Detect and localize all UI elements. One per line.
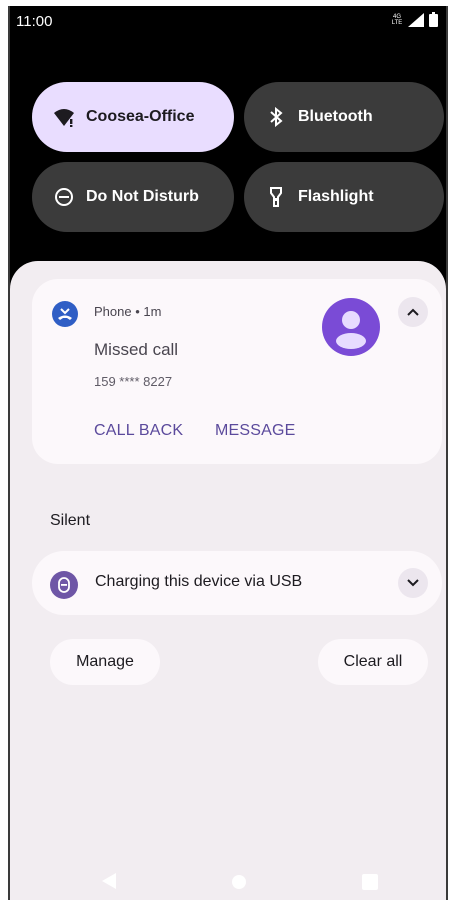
manage-button[interactable]: Manage xyxy=(50,639,160,685)
missed-call-icon xyxy=(52,301,78,327)
status-bar: 11:00 4G LTE xyxy=(10,6,446,38)
network-type-icon: 4G LTE xyxy=(391,13,403,26)
expand-button[interactable] xyxy=(398,568,428,598)
notification-text: 159 **** 8227 xyxy=(94,374,173,389)
clock: 11:00 xyxy=(16,13,53,30)
status-icons: 4G LTE xyxy=(391,12,438,27)
tile-wifi[interactable]: Coosea-Office xyxy=(32,82,234,152)
notification-title: Missed call xyxy=(94,340,179,359)
chevron-down-icon xyxy=(407,579,419,587)
wifi-icon xyxy=(52,105,76,129)
bluetooth-icon xyxy=(264,105,288,129)
message-button[interactable]: MESSAGE xyxy=(215,422,296,440)
missed-call-notification[interactable]: Phone • 1m Missed call 159 **** 8227 CAL… xyxy=(32,279,442,464)
do-not-disturb-icon xyxy=(52,185,76,209)
recents-icon[interactable] xyxy=(362,874,378,890)
charging-notification[interactable]: Charging this device via USB xyxy=(32,551,442,615)
charging-text: Charging this device via USB xyxy=(95,573,303,590)
tile-flashlight[interactable]: Flashlight xyxy=(244,162,444,232)
clear-all-button[interactable]: Clear all xyxy=(318,639,428,685)
person-icon xyxy=(322,298,380,356)
back-icon[interactable] xyxy=(102,873,116,889)
navigation-bar xyxy=(10,866,446,896)
usb-icon xyxy=(50,571,78,599)
tile-do-not-disturb[interactable]: Do Not Disturb xyxy=(32,162,234,232)
collapse-button[interactable] xyxy=(398,297,428,327)
tile-label: Coosea-Office xyxy=(86,108,195,125)
call-back-button[interactable]: CALL BACK xyxy=(94,422,183,440)
signal-icon xyxy=(408,12,424,27)
screen: 11:00 4G LTE Coosea-Office Bluetooth Do … xyxy=(8,6,448,900)
tile-label: Flashlight xyxy=(298,188,374,205)
chevron-up-icon xyxy=(407,308,419,316)
home-icon[interactable] xyxy=(232,875,246,889)
tile-bluetooth[interactable]: Bluetooth xyxy=(244,82,444,152)
battery-icon xyxy=(429,12,438,27)
silent-section-header: Silent xyxy=(50,512,91,529)
tile-label: Do Not Disturb xyxy=(86,188,199,205)
flashlight-icon xyxy=(264,185,288,209)
notification-shade: Phone • 1m Missed call 159 **** 8227 CAL… xyxy=(10,261,446,900)
notification-app-line: Phone • 1m xyxy=(94,304,162,319)
tile-label: Bluetooth xyxy=(298,108,373,125)
